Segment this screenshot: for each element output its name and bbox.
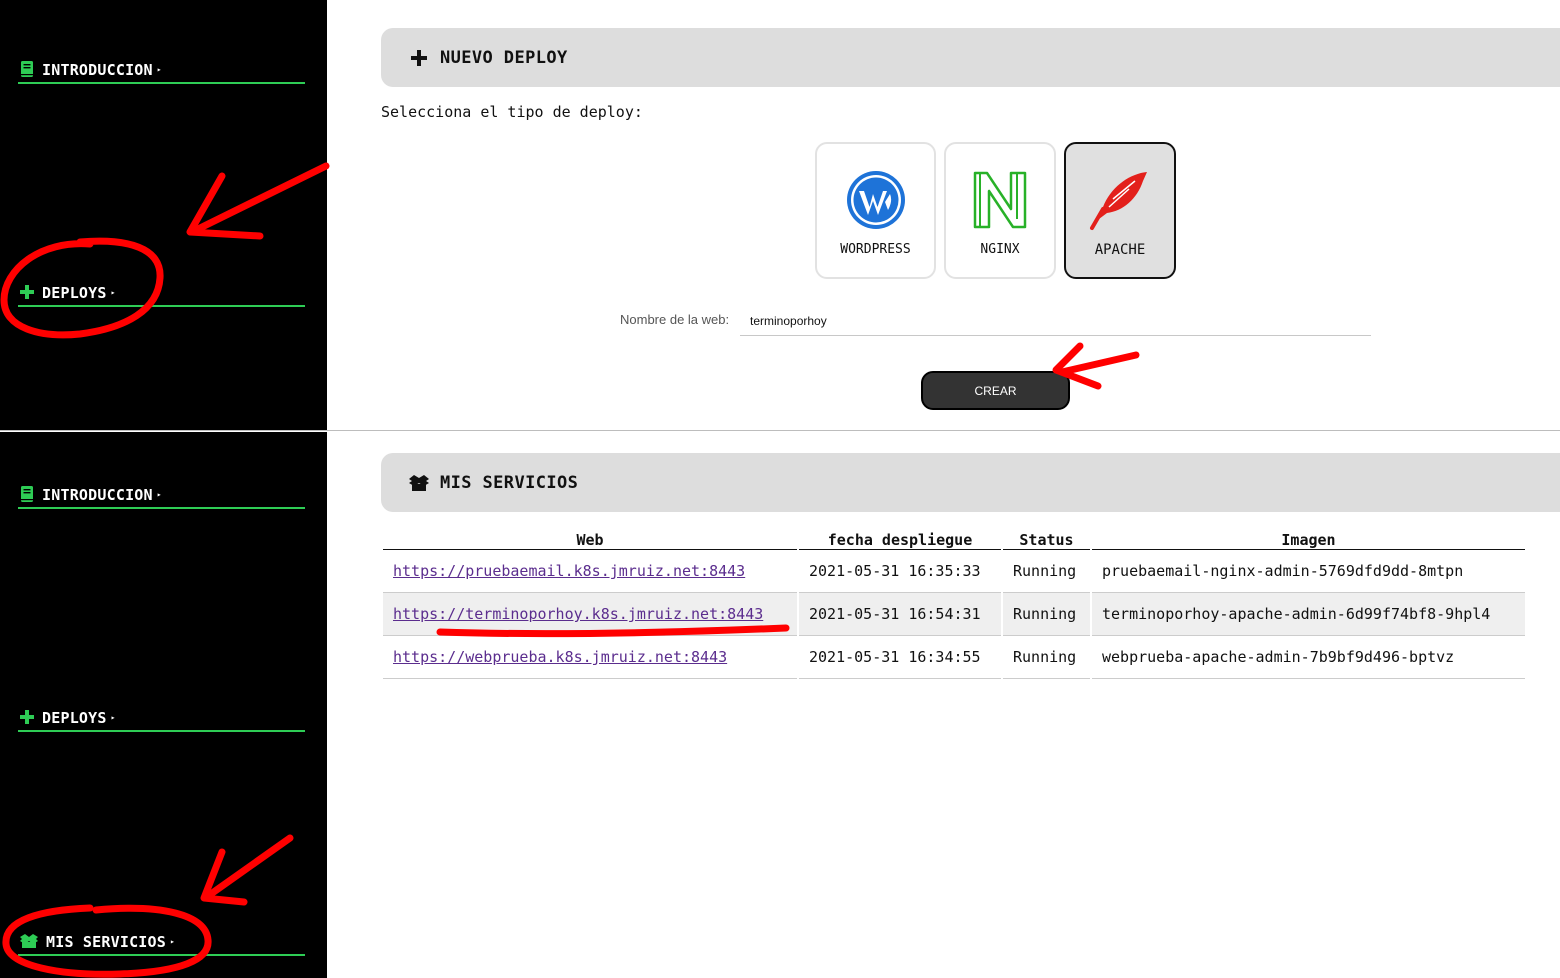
nginx-icon	[969, 169, 1031, 231]
table-row: https://pruebaemail.k8s.jmruiz.net:8443 …	[383, 550, 1525, 593]
sidebar-item-label: MIS SERVICIOS	[46, 933, 166, 951]
services-table: Web fecha despliegue Status Imagen https…	[381, 529, 1527, 679]
deploy-type-wordpress[interactable]: WORDPRESS	[815, 142, 936, 279]
date-cell: 2021-05-31 16:35:33	[799, 550, 1001, 593]
sidebar-item-mis-servicios[interactable]: MIS SERVICIOS ▸	[18, 934, 305, 956]
sidebar-bottom: INTRODUCCION ▸ DEPLOYS ▸ MIS SERVICIOS ▸	[0, 432, 327, 978]
status-cell: Running	[1003, 550, 1090, 593]
date-cell: 2021-05-31 16:54:31	[799, 593, 1001, 636]
sidebar-item-label: DEPLOYS	[42, 284, 107, 302]
deploy-type-prompt: Selecciona el tipo de deploy:	[381, 103, 643, 121]
column-header-web: Web	[383, 529, 797, 550]
screenshot-divider	[0, 430, 1560, 431]
table-row: https://terminoporhoy.k8s.jmruiz.net:844…	[383, 593, 1525, 636]
book-icon	[18, 485, 36, 503]
image-cell: pruebaemail-nginx-admin-5769dfd9dd-8mtpn	[1092, 550, 1525, 593]
section-title: MIS SERVICIOS	[440, 472, 579, 493]
web-cell: https://terminoporhoy.k8s.jmruiz.net:844…	[383, 593, 797, 636]
deploy-type-label: WORDPRESS	[840, 242, 911, 257]
caret-right-icon: ▸	[170, 937, 175, 946]
new-deploy-header: NUEVO DEPLOY	[381, 28, 1560, 87]
table-header-row: Web fecha despliegue Status Imagen	[383, 529, 1525, 550]
web-cell: https://webprueba.k8s.jmruiz.net:8443	[383, 636, 797, 679]
image-cell: terminoporhoy-apache-admin-6d99f74bf8-9h…	[1092, 593, 1525, 636]
caret-right-icon: ▸	[110, 713, 116, 722]
caret-right-icon: ▸	[156, 65, 162, 74]
deploy-type-nginx[interactable]: NGINX	[944, 142, 1056, 279]
column-header-status: Status	[1003, 529, 1090, 550]
sidebar-item-introduccion[interactable]: INTRODUCCION ▸	[18, 485, 305, 509]
book-icon	[18, 60, 36, 78]
deploy-type-apache[interactable]: APACHE	[1064, 142, 1176, 279]
apache-feather-icon	[1089, 169, 1151, 231]
caret-right-icon: ▸	[110, 288, 116, 297]
wordpress-icon	[845, 169, 907, 231]
annotation-arrow	[1058, 351, 1140, 376]
caret-right-icon: ▸	[156, 490, 162, 499]
sidebar-top: INTRODUCCION ▸ DEPLOYS ▸	[0, 0, 327, 430]
web-name-label: Nombre de la web:	[620, 312, 730, 327]
sidebar-item-label: DEPLOYS	[42, 709, 107, 727]
deploy-type-label: NGINX	[980, 242, 1020, 257]
plus-icon	[18, 708, 36, 726]
sidebar-item-label: INTRODUCCION	[42, 486, 153, 504]
service-link[interactable]: https://pruebaemail.k8s.jmruiz.net:8443	[393, 562, 745, 580]
sidebar-item-label: INTRODUCCION	[42, 61, 153, 79]
image-cell: webprueba-apache-admin-7b9bf9d496-bptvz	[1092, 636, 1525, 679]
table-row: https://webprueba.k8s.jmruiz.net:8443 20…	[383, 636, 1525, 679]
boxes-icon	[408, 472, 430, 494]
plus-icon	[18, 283, 36, 301]
plus-icon	[408, 47, 430, 69]
web-name-input[interactable]	[740, 306, 1371, 336]
deploy-type-label: APACHE	[1094, 242, 1146, 258]
column-header-image: Imagen	[1092, 529, 1525, 550]
sidebar-item-deploys[interactable]: DEPLOYS ▸	[18, 285, 305, 307]
column-header-date: fecha despliegue	[799, 529, 1001, 550]
date-cell: 2021-05-31 16:34:55	[799, 636, 1001, 679]
my-services-header: MIS SERVICIOS	[381, 453, 1560, 512]
create-button[interactable]: CREAR	[921, 371, 1070, 410]
status-cell: Running	[1003, 593, 1090, 636]
section-title: NUEVO DEPLOY	[440, 47, 568, 68]
status-cell: Running	[1003, 636, 1090, 679]
sidebar-item-deploys[interactable]: DEPLOYS ▸	[18, 710, 305, 732]
boxes-icon	[18, 932, 40, 950]
web-cell: https://pruebaemail.k8s.jmruiz.net:8443	[383, 550, 797, 593]
sidebar-item-introduccion[interactable]: INTRODUCCION ▸	[18, 60, 305, 84]
service-link[interactable]: https://webprueba.k8s.jmruiz.net:8443	[393, 648, 727, 666]
service-link[interactable]: https://terminoporhoy.k8s.jmruiz.net:844…	[393, 605, 763, 623]
